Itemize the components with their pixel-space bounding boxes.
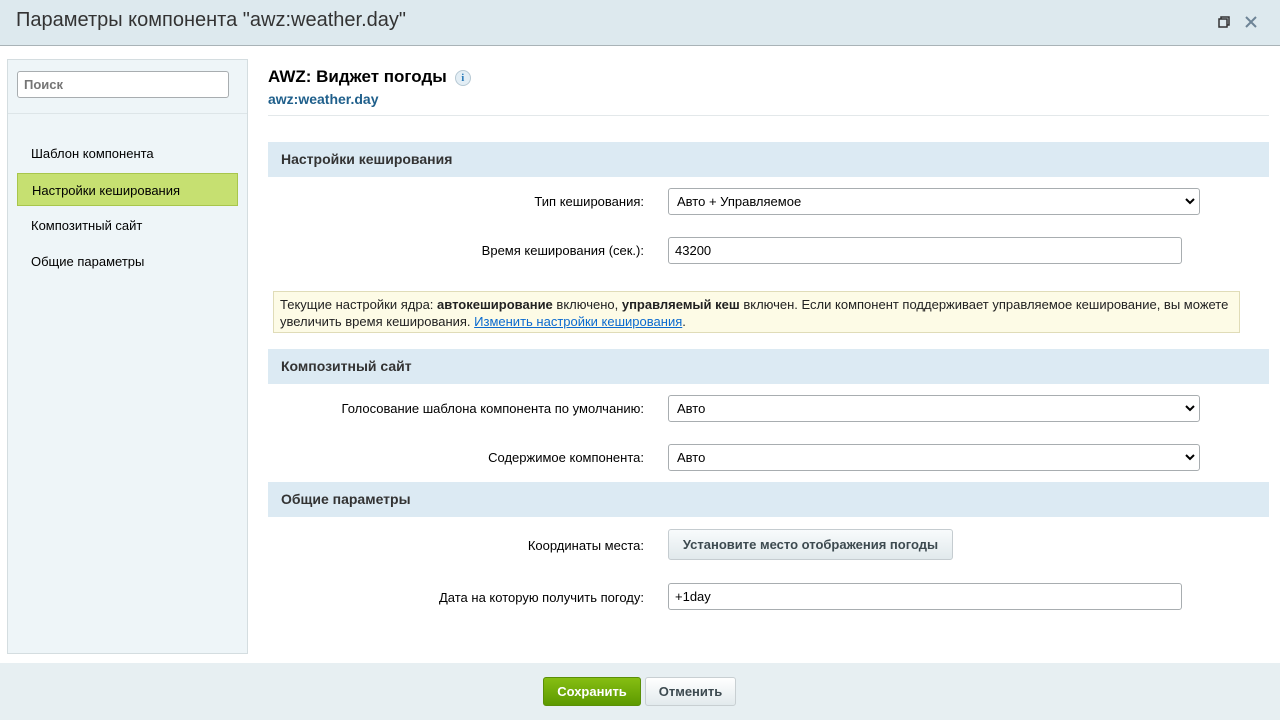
dialog-titlebar: Параметры компонента "awz:weather.day" (0, 0, 1280, 46)
component-title: AWZ: Виджет погоды (268, 67, 447, 86)
note-text: включено, (553, 297, 622, 312)
vote-value: Авто (677, 401, 705, 416)
close-icon[interactable] (1244, 15, 1258, 29)
cache-time-input[interactable]: 43200 (668, 237, 1182, 264)
chevron-down-icon (1185, 452, 1195, 462)
set-location-button[interactable]: Установите место отображения погоды (668, 529, 953, 560)
divider (268, 115, 1269, 116)
sidebar-item-caching[interactable]: Настройки кеширования (17, 173, 238, 206)
cache-note: Текущие настройки ядра: автокеширование … (273, 291, 1240, 333)
component-header: AWZ: Виджет погоды i awz:weather.day (268, 67, 471, 107)
note-bold: управляемый кеш (622, 297, 740, 312)
date-input[interactable]: +1day (668, 583, 1182, 610)
content-select[interactable]: Авто (668, 444, 1200, 471)
section-general: Общие параметры (268, 482, 1269, 517)
sidebar-item-composite[interactable]: Композитный сайт (17, 209, 238, 242)
change-cache-settings-link[interactable]: Изменить настройки кеширования (474, 314, 682, 329)
info-icon[interactable]: i (455, 70, 471, 86)
section-caching: Настройки кеширования (268, 142, 1269, 177)
section-composite: Композитный сайт (268, 349, 1269, 384)
sidebar-item-general[interactable]: Общие параметры (17, 245, 238, 278)
chevron-down-icon (1185, 196, 1195, 206)
cancel-button[interactable]: Отменить (645, 677, 736, 706)
dialog-title: Параметры компонента "awz:weather.day" (16, 9, 406, 32)
save-button[interactable]: Сохранить (543, 677, 641, 706)
chevron-down-icon (1185, 403, 1195, 413)
vote-label: Голосование шаблона компонента по умолча… (342, 401, 644, 416)
note-text: . (682, 314, 686, 329)
content-value: Авто (677, 450, 705, 465)
content-label: Содержимое компонента: (488, 450, 644, 465)
cache-type-select[interactable]: Авто + Управляемое (668, 188, 1200, 215)
cache-type-value: Авто + Управляемое (677, 194, 801, 209)
cache-type-label: Тип кеширования: (534, 194, 644, 209)
cache-time-label: Время кеширования (сек.): (482, 243, 644, 258)
note-bold: автокеширование (437, 297, 553, 312)
date-label: Дата на которую получить погоду: (439, 590, 644, 605)
component-code: awz:weather.day (268, 91, 471, 107)
vote-select[interactable]: Авто (668, 395, 1200, 422)
coords-label: Координаты места: (528, 538, 644, 553)
sidebar-item-template[interactable]: Шаблон компонента (17, 137, 238, 170)
note-text: Текущие настройки ядра: (280, 297, 437, 312)
restore-icon[interactable] (1217, 15, 1231, 29)
search-input[interactable] (17, 71, 229, 98)
divider (8, 113, 247, 114)
sidebar: Шаблон компонента Настройки кеширования … (7, 59, 248, 654)
